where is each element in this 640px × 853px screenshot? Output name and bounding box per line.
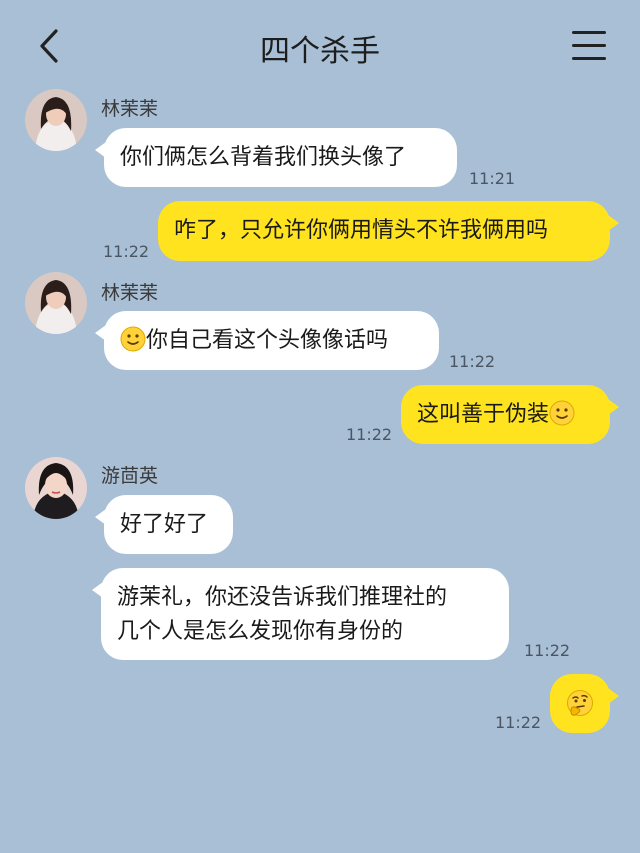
sender-name: 林茉茉: [101, 98, 159, 120]
slightly-smiling-face-icon: [549, 400, 575, 426]
message-bubble[interactable]: 你们俩怎么背着我们换头像了: [95, 128, 457, 187]
message-time: 11:21: [469, 169, 516, 188]
avatar-youhuiying[interactable]: [25, 457, 87, 519]
message-bubble[interactable]: 你自己看这个头像像话吗: [95, 311, 439, 370]
message-time: 11:22: [524, 641, 571, 660]
sender-name: 游茴英: [101, 465, 159, 487]
thinking-face-icon: [565, 689, 595, 719]
message-time: 11:22: [449, 352, 496, 371]
message-text: 好了好了: [120, 512, 209, 537]
message-text-line: 游茉礼，你还没告诉我们推理社的: [117, 585, 448, 610]
message-bubble[interactable]: 咋了，只允许你俩用情头不许我俩用吗: [158, 201, 619, 261]
slightly-smiling-face-icon: [120, 326, 146, 352]
message-text: 你自己看这个头像像话吗: [146, 328, 389, 353]
message-bubble[interactable]: 好了好了: [95, 495, 233, 554]
message-bubble[interactable]: 游茉礼，你还没告诉我们推理社的 几个人是怎么发现你有身份的: [92, 568, 509, 660]
message-text: 这叫善于伪装: [417, 402, 550, 427]
avatar-linmomo[interactable]: [25, 272, 87, 334]
message-text-line: 几个人是怎么发现你有身份的: [117, 619, 404, 644]
message-bubble[interactable]: [550, 674, 619, 733]
menu-button[interactable]: [572, 31, 608, 61]
avatar-linmomo[interactable]: [25, 89, 87, 151]
message-text: 你们俩怎么背着我们换头像了: [120, 145, 407, 170]
chat-header: 四个杀手: [0, 0, 640, 90]
message-time: 11:22: [346, 425, 393, 444]
chat-title: 四个杀手: [260, 34, 380, 69]
message-text: 咋了，只允许你俩用情头不许我俩用吗: [174, 218, 549, 243]
sender-name: 林茉茉: [101, 282, 159, 304]
message-time: 11:22: [495, 713, 542, 732]
message-time: 11:22: [103, 242, 150, 261]
message-bubble[interactable]: 这叫善于伪装: [401, 385, 619, 444]
